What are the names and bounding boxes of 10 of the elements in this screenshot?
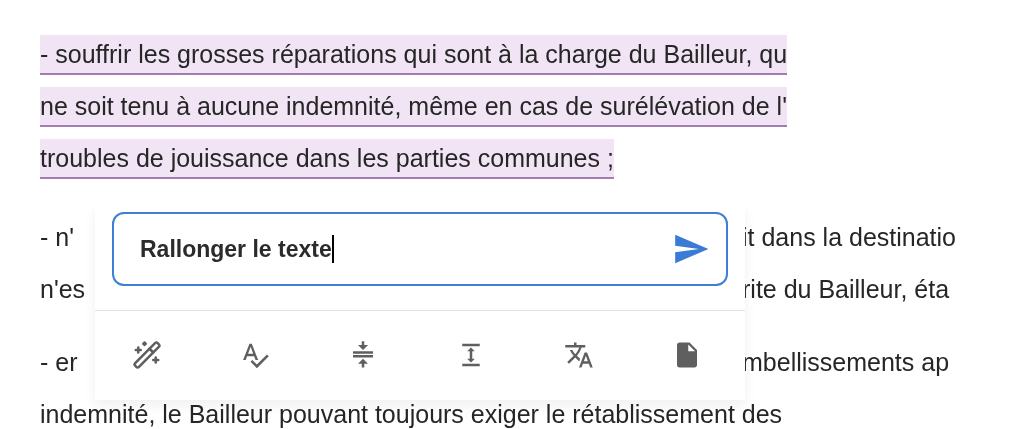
document-text-fragment: n'es xyxy=(40,274,87,305)
magic-wand-icon[interactable] xyxy=(132,340,162,370)
document-text-line: indemnité, le Bailleur pouvant toujours exiger le rétablissement des xyxy=(40,399,783,429)
translate-icon[interactable] xyxy=(564,340,594,370)
document-text-fragment: - n' xyxy=(40,222,75,253)
document-text-fragment: - er xyxy=(40,347,79,378)
prompt-text: Rallonger le texte xyxy=(140,234,332,264)
document-text-fragment: mbellissements ap xyxy=(742,347,950,378)
prompt-field[interactable]: Rallonger le texte xyxy=(112,212,728,286)
text-cursor xyxy=(331,235,334,263)
